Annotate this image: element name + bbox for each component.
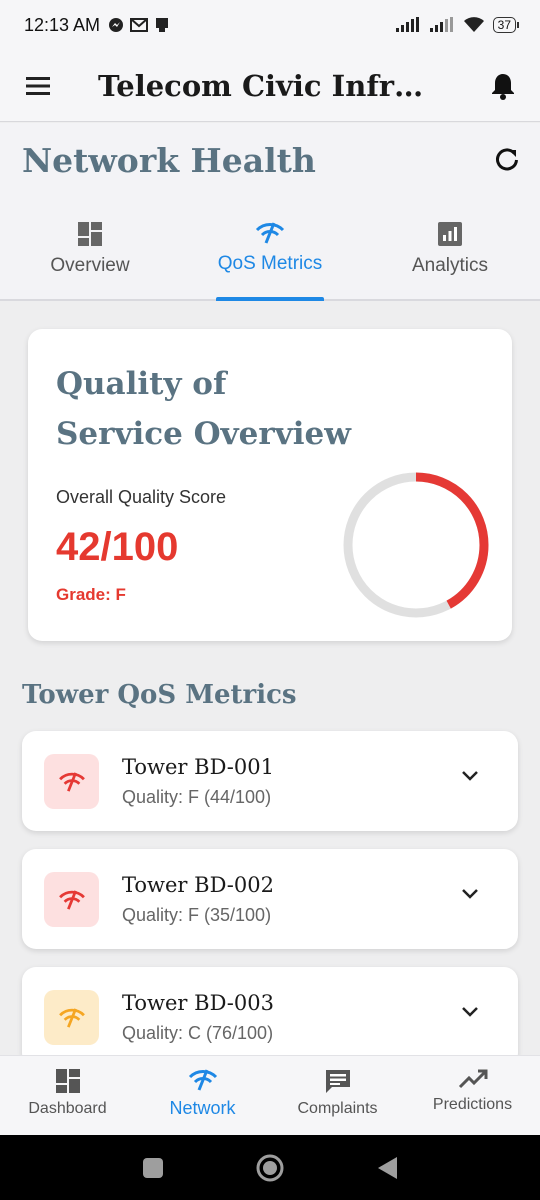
tower-name: Tower BD-003 — [122, 991, 274, 1015]
system-navigation-bar — [0, 1135, 540, 1200]
menu-icon[interactable] — [24, 75, 52, 97]
recents-icon[interactable] — [141, 1156, 165, 1180]
nav-label: Network — [169, 1098, 236, 1118]
tower-name: Tower BD-002 — [122, 873, 274, 897]
tab-label: QoS Metrics — [217, 253, 323, 274]
tab-overview[interactable]: Overview — [0, 213, 180, 299]
nav-predictions[interactable]: Predictions — [405, 1056, 540, 1135]
wifi-icon — [463, 17, 484, 32]
status-bar: 12:13 AM 37 — [0, 0, 540, 50]
dashboard-icon — [78, 222, 102, 246]
network-check-icon — [58, 889, 85, 910]
network-check-icon — [58, 771, 85, 792]
gmail-icon — [130, 18, 149, 32]
active-tab-indicator — [216, 297, 324, 301]
tower-status-icon-box — [44, 754, 99, 809]
tab-bar: Overview QoS Metrics Analytics — [0, 213, 540, 301]
refresh-icon[interactable] — [494, 147, 520, 173]
tower-name: Tower BD-001 — [122, 755, 274, 779]
qos-overview-card: Quality of Service Overview Overall Qual… — [28, 329, 512, 641]
chevron-down-icon[interactable] — [460, 887, 480, 901]
nav-label: Complaints — [297, 1100, 378, 1117]
app-title: Telecom Civic Infrastr... — [98, 68, 438, 103]
tab-qos-metrics[interactable]: QoS Metrics — [180, 213, 360, 301]
signal-icon-2 — [429, 17, 453, 32]
home-icon[interactable] — [255, 1153, 285, 1183]
tower-status-icon-box — [44, 990, 99, 1045]
network-health-header: Network Health Overview QoS Metrics Anal… — [0, 123, 540, 301]
quality-score-value: 42/100 — [56, 525, 179, 569]
network-check-icon — [255, 222, 285, 244]
tab-label: Overview — [50, 255, 130, 276]
analytics-icon — [438, 222, 462, 246]
page-title: Network Health — [22, 141, 316, 180]
tower-quality: Quality: F (44/100) — [122, 787, 272, 807]
chat-icon — [325, 1070, 350, 1093]
chevron-down-icon[interactable] — [460, 769, 480, 783]
tower-card[interactable]: Tower BD-002 Quality: F (35/100) — [22, 849, 518, 949]
tower-quality: Quality: F (35/100) — [122, 905, 272, 925]
notifications-bell-icon[interactable] — [490, 72, 516, 100]
tower-qos-section-title: Tower QoS Metrics — [22, 680, 297, 710]
device-icon — [156, 18, 169, 32]
trending-up-icon — [458, 1069, 487, 1089]
signal-icon — [395, 17, 419, 32]
messenger-icon — [109, 18, 124, 32]
tab-label: Analytics — [411, 255, 489, 276]
dashboard-icon — [55, 1069, 80, 1093]
battery-indicator: 37 — [492, 17, 520, 33]
tower-card[interactable]: Tower BD-001 Quality: F (44/100) — [22, 731, 518, 831]
notification-icons — [108, 17, 170, 33]
nav-label: Dashboard — [28, 1100, 107, 1117]
nav-dashboard[interactable]: Dashboard — [0, 1056, 135, 1135]
quality-score-ring — [343, 472, 489, 618]
app-bar: Telecom Civic Infrastr... — [0, 50, 540, 122]
quality-score-label: Overall Quality Score — [56, 487, 227, 507]
nav-label: Predictions — [432, 1096, 513, 1113]
bottom-navigation: Dashboard Network Complaints Predictions — [0, 1055, 540, 1135]
nav-complaints[interactable]: Complaints — [270, 1056, 405, 1135]
back-icon[interactable] — [375, 1155, 399, 1181]
network-check-icon — [188, 1069, 217, 1091]
quality-grade: Grade: F — [56, 585, 126, 604]
tab-analytics[interactable]: Analytics — [360, 213, 540, 299]
tower-quality: Quality: C (76/100) — [122, 1023, 274, 1043]
qos-card-title: Quality of Service Overview — [56, 366, 351, 452]
tower-status-icon-box — [44, 872, 99, 927]
status-time: 12:13 AM — [24, 14, 101, 35]
tower-card[interactable]: Tower BD-003 Quality: C (76/100) — [22, 967, 518, 1067]
network-check-icon — [58, 1007, 85, 1028]
chevron-down-icon[interactable] — [460, 1005, 480, 1019]
nav-network[interactable]: Network — [135, 1056, 270, 1135]
